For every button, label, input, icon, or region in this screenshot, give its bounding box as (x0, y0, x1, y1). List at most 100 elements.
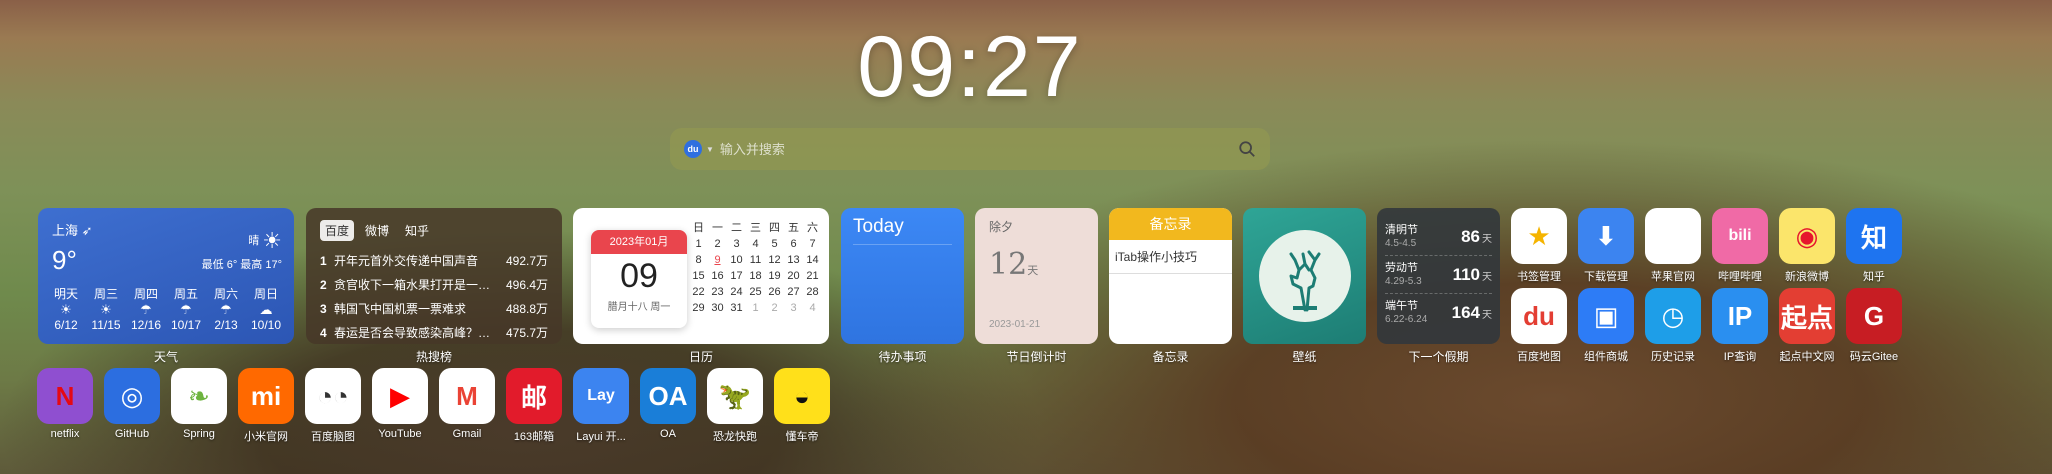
calendar-weekday: 五 (788, 222, 799, 234)
holiday-name: 清明节 (1385, 223, 1418, 236)
tab-baidu[interactable]: 百度 (320, 220, 355, 241)
calendar-cell[interactable]: 9 (708, 252, 727, 268)
calendar-cell[interactable]: 15 (689, 268, 708, 284)
app-bilibili[interactable]: bili 哔哩哔哩 (1712, 208, 1768, 284)
app-spring[interactable]: ❧ Spring (171, 368, 227, 440)
list-item[interactable]: 3 韩国飞中国机票一票难求 488.8万 (320, 297, 548, 321)
calendar-cell[interactable]: 26 (765, 284, 784, 300)
calendar-cell[interactable]: 16 (708, 268, 727, 284)
app-mail163[interactable]: 邮 163邮箱 (506, 368, 562, 444)
app-star[interactable]: ★ 书签管理 (1511, 208, 1567, 284)
zhihu-icon: 知 (1846, 208, 1902, 264)
memo-item[interactable]: iTab操作小技巧 (1109, 240, 1232, 274)
calendar-cell[interactable]: 17 (727, 268, 746, 284)
app-layui[interactable]: Lay Layui 开... (573, 368, 629, 444)
calendar-cell[interactable]: 8 (689, 252, 708, 268)
holiday-widget[interactable]: 清明节 4.5-4.5 86 天劳动节 4.29-5.3 110 天端午节 6.22-6.24… (1377, 208, 1500, 344)
calendar-cell[interactable]: 31 (727, 300, 746, 316)
rain-icon: ☂ (140, 302, 152, 317)
app-label: 懂车帝 (785, 431, 819, 443)
calendar-weekday: 六 (807, 222, 818, 234)
calendar-cell[interactable]: 20 (784, 268, 803, 284)
calendar-cell[interactable]: 25 (746, 284, 765, 300)
calendar-cell[interactable]: 1 (689, 236, 708, 252)
calendar-cell[interactable]: 13 (784, 252, 803, 268)
calendar-cell[interactable]: 30 (708, 300, 727, 316)
app-label: 下载管理 (1584, 271, 1628, 283)
calendar-cell[interactable]: 14 (803, 252, 822, 268)
app-gmail[interactable]: M Gmail (439, 368, 495, 440)
calendar-cell[interactable]: 29 (689, 300, 708, 316)
chevron-down-icon[interactable]: ▼ (706, 145, 714, 154)
calendar-cell[interactable]: 27 (784, 284, 803, 300)
calendar-cell[interactable]: 3 (727, 236, 746, 252)
calendar-cell[interactable]: 19 (765, 268, 784, 284)
weather-widget[interactable]: 上海 ➶ 9° 晴 ☀ 最低 6° 最高 17° 明天 ☀ 6/12 周三 ☀ 11/15… (38, 208, 294, 344)
app-label: 哔哩哔哩 (1718, 271, 1762, 283)
baidu-engine-icon[interactable]: du (684, 140, 702, 158)
calendar-cell[interactable]: 21 (803, 268, 822, 284)
star-icon: ★ (1511, 208, 1567, 264)
countdown-label: 节日倒计时 (1006, 350, 1067, 364)
list-item[interactable]: 1 开年元首外交传递中国声音 492.7万 (320, 249, 548, 273)
forecast-day-temp: 10/17 (170, 318, 202, 332)
app-weibo[interactable]: ◉ 新浪微博 (1779, 208, 1835, 284)
calendar-cell[interactable]: 12 (765, 252, 784, 268)
app-qidian[interactable]: 起点 起点中文网 (1779, 288, 1835, 364)
app-baidu-map[interactable]: du 百度地图 (1511, 288, 1567, 364)
calendar-cell[interactable]: 4 (746, 236, 765, 252)
search-bar[interactable]: du ▼ (670, 128, 1270, 170)
holiday-days-block: 164 天 (1452, 303, 1492, 323)
app-gitee[interactable]: G 码云Gitee (1846, 288, 1902, 364)
app-dino[interactable]: 🦖 恐龙快跑 (707, 368, 763, 444)
deer-icon (1289, 250, 1321, 312)
calendar-cell[interactable]: 4 (803, 300, 822, 316)
calendar-cell[interactable]: 2 (708, 236, 727, 252)
holiday-name-block: 清明节 4.5-4.5 (1385, 224, 1418, 250)
app-apple[interactable]: 苹果官网 (1645, 208, 1701, 284)
calendar-cell[interactable]: 11 (746, 252, 765, 268)
forecast-day-temp: 10/10 (250, 318, 282, 332)
tab-zhihu[interactable]: 知乎 (400, 220, 434, 241)
calendar-cell[interactable]: 5 (765, 236, 784, 252)
app-zhihu[interactable]: 知知乎 (1846, 208, 1902, 284)
memo-widget[interactable]: 备忘录 iTab操作小技巧 (1109, 208, 1232, 344)
calendar-widget[interactable]: 2023年01月 09 腊月十八 周一 日一二三四五六 1 2 3 4 5 6 7 8 9 10 11… (573, 208, 829, 344)
hot-list-widget[interactable]: 百度 微博 知乎 1 开年元首外交传递中国声音 492.7万 2 贪官收下一箱水果打开是一百… (306, 208, 562, 344)
calendar-cell[interactable]: 24 (727, 284, 746, 300)
app-label: 163邮箱 (513, 431, 555, 443)
app-youtube[interactable]: ▶ YouTube (372, 368, 428, 440)
app-store[interactable]: ▣ 组件商城 (1578, 288, 1634, 364)
countdown-widget[interactable]: 除夕 12天 2023-01-21 (975, 208, 1098, 344)
wallpaper-label: 壁纸 (1292, 350, 1317, 364)
calendar-cell[interactable]: 23 (708, 284, 727, 300)
hot-value: 492.7万 (505, 254, 548, 268)
app-oa[interactable]: OA OA (640, 368, 696, 440)
calendar-cell[interactable]: 28 (803, 284, 822, 300)
wallpaper-widget[interactable] (1243, 208, 1366, 344)
calendar-cell[interactable]: 22 (689, 284, 708, 300)
calendar-cell[interactable]: 1 (746, 300, 765, 316)
calendar-cell[interactable]: 10 (727, 252, 746, 268)
app-download[interactable]: ⬇ 下载管理 (1578, 208, 1634, 284)
list-item[interactable]: 2 贪官收下一箱水果打开是一百万 496.4万 (320, 273, 548, 297)
app-ip[interactable]: IP IP查询 (1712, 288, 1768, 364)
app-netflix[interactable]: Nnetflix (37, 368, 93, 440)
calendar-cell[interactable]: 2 (765, 300, 784, 316)
todo-widget[interactable]: Today (841, 208, 964, 344)
app-clock[interactable]: ◷ 历史记录 (1645, 288, 1701, 364)
app-github[interactable]: ◎ GitHub (104, 368, 160, 440)
tab-weibo[interactable]: 微博 (360, 220, 394, 241)
app-dongchedi[interactable]: ◒ 懂车帝 (774, 368, 830, 444)
calendar-cell[interactable]: 7 (803, 236, 822, 252)
app-naotu[interactable]: ◔◔ 百度脑图 (305, 368, 361, 444)
list-item[interactable]: 4 春运是否会导致感染高峰？官方回应 475.7万 (320, 321, 548, 344)
calendar-cell[interactable]: 18 (746, 268, 765, 284)
search-input[interactable] (719, 141, 1238, 157)
calendar-cell[interactable]: 3 (784, 300, 803, 316)
search-icon[interactable] (1238, 140, 1256, 158)
holiday-name-block: 劳动节 4.29-5.3 (1385, 262, 1422, 288)
youtube-icon: ▶ (372, 368, 428, 424)
calendar-cell[interactable]: 6 (784, 236, 803, 252)
app-mi[interactable]: mi 小米官网 (238, 368, 294, 444)
